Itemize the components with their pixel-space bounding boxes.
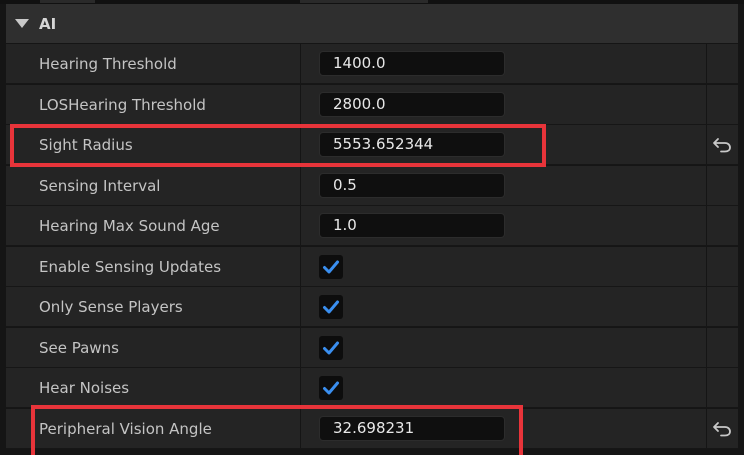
property-name-cell: Hear Noises <box>29 368 300 407</box>
reset-to-default-button[interactable] <box>706 125 738 164</box>
property-label: Hear Noises <box>39 378 130 397</box>
peripheral-vision-angle-input[interactable]: 32.698231 <box>319 416 505 441</box>
column-divider[interactable] <box>300 368 301 407</box>
column-divider[interactable] <box>300 166 301 205</box>
property-row-hear-noises: Hear Noises <box>6 368 738 408</box>
reset-column-divider <box>706 206 707 245</box>
sight-radius-input[interactable]: 5553.652344 <box>319 132 505 157</box>
property-label: Peripheral Vision Angle <box>39 419 212 438</box>
column-divider[interactable] <box>300 206 301 245</box>
category-header-ai[interactable]: AI <box>6 4 738 43</box>
reset-column-divider <box>706 166 707 205</box>
only-sense-players-checkbox[interactable] <box>319 295 343 319</box>
expand-arrow-icon[interactable] <box>15 19 29 28</box>
hear-noises-checkbox[interactable] <box>319 376 343 400</box>
property-name-cell: Only Sense Players <box>29 287 300 326</box>
column-divider[interactable] <box>300 125 301 164</box>
reset-column-divider <box>706 368 707 407</box>
property-label: See Pawns <box>39 338 119 357</box>
hearing-threshold-input[interactable]: 1400.0 <box>319 51 505 76</box>
property-name-cell: See Pawns <box>29 328 300 367</box>
details-panel: AI Hearing Threshold 1400.0 LOSHearing Thr… <box>0 0 744 455</box>
property-row-hearing-max-sound-age: Hearing Max Sound Age 1.0 <box>6 206 738 246</box>
property-label: Only Sense Players <box>39 297 183 316</box>
hearing-max-sound-age-input[interactable]: 1.0 <box>319 213 505 238</box>
property-label: LOSHearing Threshold <box>39 95 206 114</box>
property-row-hearing-threshold: Hearing Threshold 1400.0 <box>6 44 738 84</box>
see-pawns-checkbox[interactable] <box>319 336 343 360</box>
property-row-peripheral-vision-angle: Peripheral Vision Angle 32.698231 <box>6 409 738 449</box>
checkmark-icon <box>323 300 339 314</box>
property-row-only-sense-players: Only Sense Players <box>6 287 738 327</box>
property-row-sight-radius: Sight Radius 5553.652344 <box>6 125 738 165</box>
property-name-cell: Sensing Interval <box>29 166 300 205</box>
loshearing-threshold-input[interactable]: 2800.0 <box>319 92 505 117</box>
column-divider[interactable] <box>300 287 301 326</box>
property-row-loshearing-threshold: LOSHearing Threshold 2800.0 <box>6 85 738 125</box>
property-row-enable-sensing-updates: Enable Sensing Updates <box>6 247 738 287</box>
reset-column-divider <box>706 44 707 83</box>
reset-column-divider <box>706 328 707 367</box>
property-label: Hearing Max Sound Age <box>39 216 220 235</box>
property-name-cell: Peripheral Vision Angle <box>29 409 300 448</box>
property-name-cell: LOSHearing Threshold <box>29 85 300 124</box>
enable-sensing-updates-checkbox[interactable] <box>319 255 343 279</box>
sensing-interval-input[interactable]: 0.5 <box>319 173 505 198</box>
checkmark-icon <box>323 260 339 274</box>
property-name-cell: Hearing Threshold <box>29 44 300 83</box>
column-divider[interactable] <box>300 85 301 124</box>
property-name-cell: Hearing Max Sound Age <box>29 206 300 245</box>
property-label: Enable Sensing Updates <box>39 257 222 276</box>
checkmark-icon <box>323 381 339 395</box>
property-label: Sight Radius <box>39 135 133 154</box>
property-label: Hearing Threshold <box>39 54 177 73</box>
property-row-sensing-interval: Sensing Interval 0.5 <box>6 166 738 206</box>
column-divider[interactable] <box>300 409 301 448</box>
column-divider[interactable] <box>300 247 301 286</box>
checkmark-icon <box>323 341 339 355</box>
property-label: Sensing Interval <box>39 176 161 195</box>
reset-to-default-button[interactable] <box>706 409 738 448</box>
property-name-cell: Enable Sensing Updates <box>29 247 300 286</box>
reset-column-divider <box>706 247 707 286</box>
reset-arrow-icon <box>713 421 731 436</box>
column-divider[interactable] <box>300 44 301 83</box>
reset-arrow-icon <box>713 137 731 152</box>
property-name-cell: Sight Radius <box>29 125 300 164</box>
reset-column-divider <box>706 85 707 124</box>
column-divider[interactable] <box>300 328 301 367</box>
category-title: AI <box>39 14 57 33</box>
reset-column-divider <box>706 287 707 326</box>
property-row-see-pawns: See Pawns <box>6 328 738 368</box>
